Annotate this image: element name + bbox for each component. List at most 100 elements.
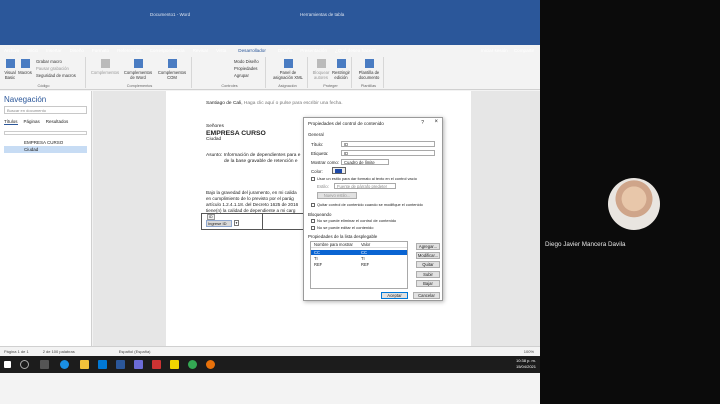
- no-editar-checkbox[interactable]: [311, 226, 315, 230]
- panel-xml-button[interactable]: Panel de asignación XML: [270, 59, 306, 80]
- pausar-button[interactable]: Pausar grabación: [36, 66, 69, 71]
- teams-icon[interactable]: [134, 360, 143, 369]
- signin-link[interactable]: Iniciar sesión: [481, 48, 508, 53]
- modificar-button[interactable]: Modificar...: [416, 252, 440, 259]
- tab-correspondencia[interactable]: Correspondencia: [150, 48, 185, 53]
- nav-tab-titulos[interactable]: Títulos: [4, 119, 18, 125]
- tab-inicio[interactable]: Inicio: [27, 48, 38, 53]
- chrome-icon[interactable]: [188, 360, 197, 369]
- title-bar: Documento1 - Word Herramientas de tabla: [0, 0, 540, 45]
- status-page[interactable]: Página 1 de 1: [4, 349, 29, 354]
- list-header: Nombre para mostrar Valor: [311, 242, 407, 248]
- share-button[interactable]: Compartir: [514, 48, 534, 53]
- tab-revisar[interactable]: Revisar: [193, 48, 209, 53]
- senores-label: Señores: [206, 124, 224, 129]
- list-row[interactable]: TI TI: [311, 256, 407, 261]
- usar-estilo-checkbox[interactable]: [311, 177, 315, 181]
- nav-heading-ciudad[interactable]: Ciudad: [4, 146, 87, 153]
- no-eliminar-checkbox[interactable]: [311, 219, 315, 223]
- estilo-label: Estilo:: [317, 184, 329, 189]
- titulo-label: Título:: [311, 142, 324, 147]
- status-words[interactable]: 2 de 100 palabras: [43, 349, 75, 354]
- titulo-input[interactable]: ID: [341, 141, 435, 147]
- nav-search-input[interactable]: Buscar en documento: [4, 106, 87, 114]
- agregar-button[interactable]: Agregar...: [416, 243, 440, 250]
- date-line: Santiago de Cali, Haga clic aquí o pulse…: [206, 101, 343, 106]
- nav-title: Navegación: [4, 95, 47, 104]
- aceptar-button[interactable]: Aceptar: [381, 292, 408, 299]
- tab-diseno-tabla[interactable]: Diseño: [278, 48, 292, 53]
- sticky-notes-icon[interactable]: [170, 360, 179, 369]
- context-title: Herramientas de tabla: [300, 12, 345, 17]
- tab-insertar[interactable]: Insertar: [46, 48, 62, 53]
- windows-start-icon[interactable]: [4, 361, 11, 368]
- dropdown-arrow-icon[interactable]: ▾: [234, 220, 239, 226]
- list-row[interactable]: CC CC: [311, 250, 407, 255]
- status-bar: Página 1 de 1 2 de 100 palabras Español …: [0, 346, 540, 356]
- status-language[interactable]: Español (España): [119, 349, 151, 354]
- etiqueta-input[interactable]: ID: [341, 150, 435, 156]
- app-icon[interactable]: [152, 360, 161, 369]
- quitar-control-label: Quitar control de contenido cuando se mo…: [317, 202, 423, 207]
- bloquear-autores-button[interactable]: Bloquear autores: [312, 59, 330, 80]
- section-bloqueando: Bloqueando: [308, 212, 332, 217]
- mostrar-select[interactable]: Cuadro de límite: [341, 159, 389, 165]
- task-view-icon[interactable]: [40, 360, 49, 369]
- body-line-1: Bajo la gravedad del juramento, en mi ca…: [206, 190, 297, 195]
- tab-archivo[interactable]: Archivo: [4, 48, 19, 53]
- section-general: General: [308, 132, 324, 137]
- taskbar-clock[interactable]: 10:38 p. m. 15/04/2021: [516, 358, 536, 369]
- complementos-com-button[interactable]: Complementos COM: [156, 59, 188, 80]
- seguridad-macros-button[interactable]: Seguridad de macros: [36, 73, 76, 78]
- file-explorer-icon[interactable]: [80, 360, 89, 369]
- group-asignacion: Panel de asignación XML Asignación: [268, 57, 308, 88]
- chrome-alt-icon[interactable]: [206, 360, 215, 369]
- store-icon[interactable]: [98, 360, 107, 369]
- table-divider: [262, 214, 263, 229]
- nav-heading-empresa[interactable]: EMPRESA CURSO: [0, 139, 91, 146]
- bajar-button[interactable]: Bajar: [416, 280, 440, 287]
- quitar-button[interactable]: Quitar: [416, 261, 440, 268]
- tab-vista[interactable]: Vista: [216, 48, 226, 53]
- participant-name: Diego Javier Mancera Davila: [545, 241, 626, 248]
- close-icon[interactable]: ×: [434, 119, 438, 125]
- group-complementos: Complementos Complementos de Word Comple…: [88, 57, 192, 88]
- cancelar-button[interactable]: Cancelar: [413, 292, 440, 299]
- tab-diseno[interactable]: Diseño: [70, 48, 84, 53]
- tell-me-search[interactable]: ¿Qué desea hacer?: [335, 48, 376, 53]
- propiedades-button[interactable]: Propiedades: [234, 66, 258, 71]
- quitar-control-checkbox[interactable]: [311, 203, 315, 207]
- edge-icon[interactable]: [60, 360, 69, 369]
- color-label: Color:: [311, 169, 323, 174]
- tab-presentacion[interactable]: Presentación: [300, 48, 327, 53]
- complementos-button[interactable]: Complementos: [90, 59, 120, 75]
- nuevo-estilo-button[interactable]: Nuevo estilo...: [317, 192, 357, 199]
- etiqueta-label: Etiqueta:: [311, 151, 329, 156]
- macros-button[interactable]: Macros: [18, 59, 32, 75]
- status-zoom[interactable]: 100%: [524, 349, 540, 354]
- visual-basic-button[interactable]: Visual Basic: [4, 59, 16, 80]
- col-nombre: Nombre para mostrar: [314, 242, 353, 247]
- taskbar: 10:38 p. m. 15/04/2021: [0, 356, 540, 373]
- nav-tab-resultados[interactable]: Resultados: [46, 119, 69, 125]
- help-icon[interactable]: ?: [421, 120, 424, 126]
- agrupar-button[interactable]: Agrupar: [234, 73, 249, 78]
- tab-referencias[interactable]: Referencias: [117, 48, 142, 53]
- tab-formato[interactable]: Formato: [92, 48, 109, 53]
- tab-desarrollador[interactable]: Desarrollador: [234, 46, 270, 54]
- plantilla-documento-button[interactable]: Plantilla de documento: [356, 59, 382, 80]
- content-control-id[interactable]: Ingrese ID: [206, 220, 232, 227]
- restringir-edicion-button[interactable]: Restringir edición: [332, 59, 350, 80]
- list-row[interactable]: REF REF: [311, 262, 407, 267]
- word-icon[interactable]: [116, 360, 125, 369]
- subir-button[interactable]: Subir: [416, 271, 440, 278]
- search-icon[interactable]: [20, 360, 29, 369]
- navigation-pane: Navegación Buscar en documento Títulos P…: [0, 91, 92, 346]
- color-picker[interactable]: [332, 167, 346, 174]
- estilo-select[interactable]: Fuente de párrafo predeter: [334, 183, 396, 189]
- grabar-macro-button[interactable]: Grabar macro: [36, 59, 62, 64]
- modo-diseno-button[interactable]: Modo Diseño: [234, 59, 259, 64]
- date-picker-placeholder[interactable]: Haga clic aquí o pulse para escribir una…: [244, 101, 343, 106]
- nav-tab-paginas[interactable]: Páginas: [24, 119, 40, 125]
- complementos-word-button[interactable]: Complementos de Word: [122, 59, 154, 80]
